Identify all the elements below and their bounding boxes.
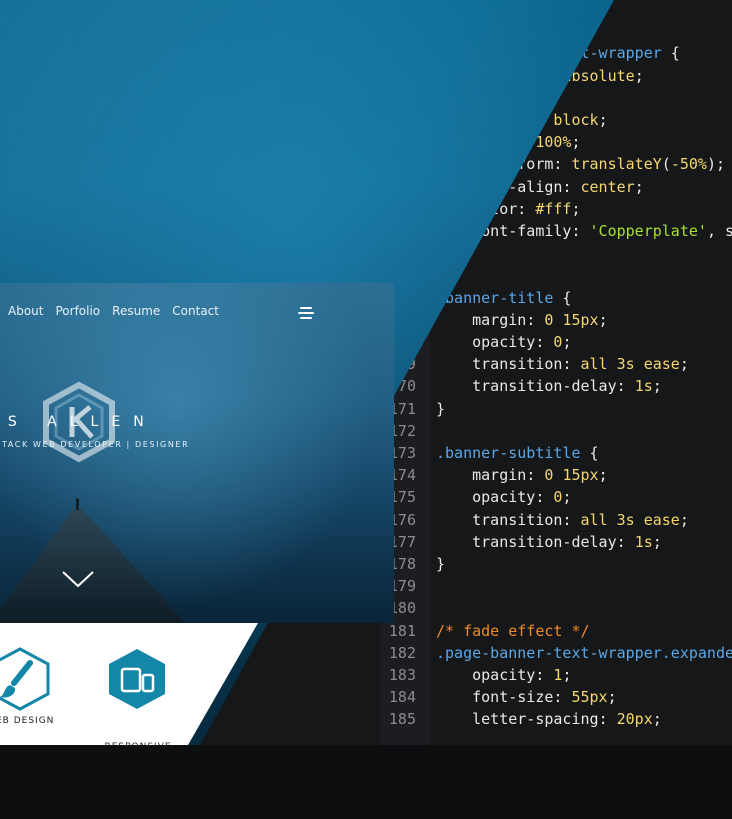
code-line: 181/* fade effect */ (380, 620, 590, 642)
code-text: } (436, 399, 446, 418)
code-text: transition-delay: 1s; (472, 377, 662, 396)
banner-title: ES ALLEN (0, 414, 157, 430)
code-text: opacity: 0; (472, 488, 572, 507)
code-line: 184 font-size: 55px; (380, 686, 617, 708)
brush-icon (0, 647, 50, 711)
code-text: opacity: 0; (472, 333, 572, 351)
code-text: transition-delay: 1s; (472, 532, 662, 551)
code-line: 182 .page-banner-text-wrapper.expande (380, 642, 732, 664)
code-text: } (436, 555, 446, 573)
code-text: margin: 0 15px; (472, 466, 608, 485)
code-text: font-size: 55px; (472, 688, 617, 707)
code-text: .banner-title { (436, 288, 572, 307)
devices-icon (109, 649, 165, 709)
line-number: 183 (388, 666, 416, 684)
code-text: opacity: 1; (472, 666, 572, 684)
code-line: 169 transition: all 3s ease; (380, 353, 689, 375)
code-line: 174 margin: 0 15px; (380, 464, 608, 486)
code-text: .page-banner-text-wrapper.expande (436, 643, 732, 662)
code-line: 170 transition-delay: 1s; (380, 375, 662, 397)
code-text: letter-spacing: 20px; (472, 710, 662, 729)
code-line: 183 opacity: 1; (380, 664, 572, 686)
line-number: 182 (388, 643, 416, 662)
banner-subtitle: TACK WEB DEVELOPER | DESIGNER (2, 440, 190, 449)
service-label-line1: RESPONSIVE (104, 742, 172, 752)
service-label-responsive-design: RESPONSIVE DESIGN (100, 715, 176, 791)
line-number: 185 (388, 710, 416, 729)
code-text: transition: all 3s ease; (472, 355, 689, 374)
code-text: .banner-subtitle { (436, 444, 599, 462)
service-label-line2: DESIGN (117, 781, 159, 791)
code-line: 175 opacity: 0; (380, 486, 572, 508)
code-line: 185 letter-spacing: 20px; (380, 708, 662, 730)
website-mockup: About Porfolio Resume Contact ES ALLEN T… (0, 283, 394, 623)
line-number: 184 (388, 688, 416, 707)
code-line: 173 .banner-subtitle { (380, 442, 599, 464)
code-text: transition: all 3s ease; (472, 510, 689, 529)
code-line: 177 transition-delay: 1s; (380, 531, 662, 553)
scroll-down-chevron-icon[interactable] (62, 571, 94, 589)
service-label-web-design: EB DESIGN (0, 716, 55, 726)
code-line: 176 transition: all 3s ease; (380, 509, 689, 531)
code-text: margin: 0 15px; (472, 310, 608, 329)
code-text: /* fade effect */ (436, 621, 590, 640)
